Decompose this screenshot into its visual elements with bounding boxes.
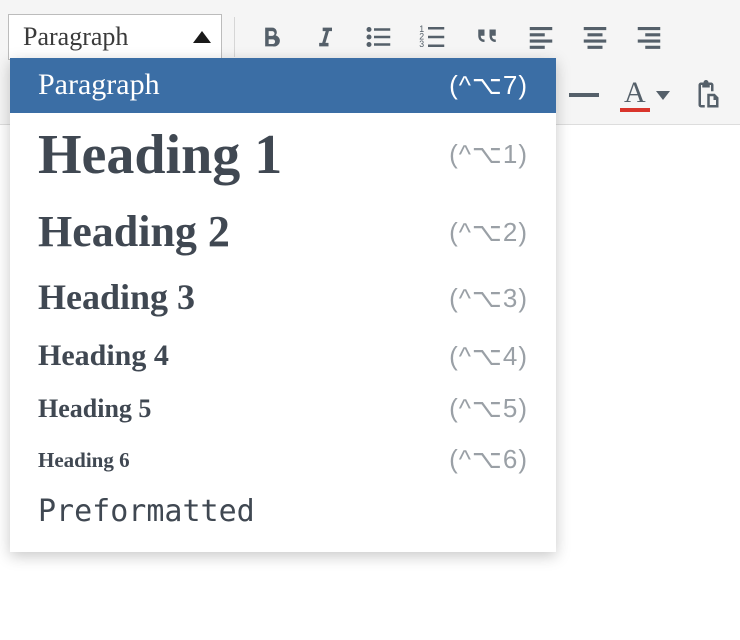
caret-down-icon	[656, 91, 670, 100]
format-select[interactable]: Paragraph	[8, 14, 222, 60]
format-option-label: Preformatted	[38, 495, 255, 530]
format-option-label: Heading 2	[38, 207, 230, 258]
format-option-h4[interactable]: Heading 4 (^⌥4)	[10, 329, 556, 384]
italic-button[interactable]	[301, 13, 349, 61]
bullet-list-button[interactable]	[355, 13, 403, 61]
format-option-label: Heading 4	[38, 339, 169, 374]
format-option-shortcut: (^⌥4)	[449, 341, 528, 372]
format-option-shortcut: (^⌥7)	[449, 70, 528, 101]
caret-up-icon	[193, 31, 211, 43]
format-option-pre[interactable]: Preformatted	[10, 485, 556, 540]
numbered-list-button[interactable]: 123	[409, 13, 457, 61]
format-option-h3[interactable]: Heading 3 (^⌥3)	[10, 267, 556, 328]
horizontal-rule-button[interactable]	[560, 93, 608, 97]
format-option-label: Heading 6	[38, 448, 130, 472]
svg-text:3: 3	[419, 39, 424, 49]
bold-button[interactable]	[247, 13, 295, 61]
format-option-h2[interactable]: Heading 2 (^⌥2)	[10, 197, 556, 268]
toolbar-separator	[234, 17, 235, 57]
align-right-button[interactable]	[625, 13, 673, 61]
text-color-button[interactable]: A	[614, 71, 676, 119]
format-option-label: Paragraph	[38, 68, 160, 103]
format-option-label: Heading 3	[38, 277, 195, 318]
format-option-shortcut: (^⌥3)	[449, 283, 528, 314]
horizontal-rule-icon	[569, 93, 599, 97]
format-option-shortcut: (^⌥5)	[449, 393, 528, 424]
align-left-button[interactable]	[517, 13, 565, 61]
format-select-label: Paragraph	[23, 22, 128, 52]
blockquote-button[interactable]	[463, 13, 511, 61]
format-option-shortcut: (^⌥6)	[449, 444, 528, 475]
format-option-shortcut: (^⌥2)	[449, 217, 528, 248]
format-option-shortcut: (^⌥1)	[449, 139, 528, 170]
format-dropdown: Paragraph (^⌥7) Heading 1 (^⌥1) Heading 2 (^⌥…	[10, 58, 556, 552]
format-option-paragraph[interactable]: Paragraph (^⌥7)	[10, 58, 556, 113]
text-color-icon: A	[620, 78, 650, 112]
format-option-label: Heading 1	[38, 123, 282, 187]
format-option-h1[interactable]: Heading 1 (^⌥1)	[10, 113, 556, 197]
format-option-label: Heading 5	[38, 394, 151, 424]
format-option-h6[interactable]: Heading 6 (^⌥6)	[10, 434, 556, 485]
align-center-button[interactable]	[571, 13, 619, 61]
paste-button[interactable]	[682, 71, 730, 119]
format-option-h5[interactable]: Heading 5 (^⌥5)	[10, 383, 556, 434]
